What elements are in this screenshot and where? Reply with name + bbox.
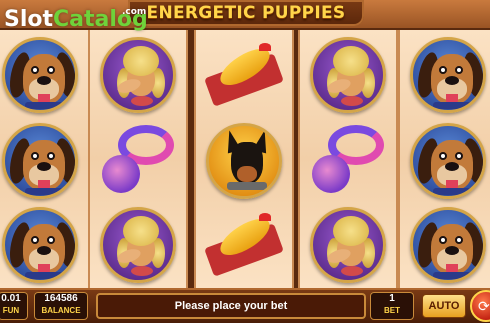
poodle-hair bbox=[123, 46, 159, 76]
poodle-hair bbox=[123, 216, 159, 246]
dog-eye bbox=[31, 236, 39, 244]
reel-5 bbox=[398, 30, 490, 288]
dog-nose bbox=[37, 246, 51, 255]
dog-nose bbox=[37, 162, 51, 171]
basset-hound-symbol bbox=[2, 123, 78, 199]
dog-eye bbox=[47, 66, 55, 74]
fun-display: 0.01 FUN bbox=[0, 292, 26, 320]
dog-eye bbox=[439, 152, 447, 160]
message-bar: Please place your bet bbox=[96, 293, 366, 319]
auto-button[interactable]: AUTO bbox=[422, 294, 466, 318]
dobie-muzzle bbox=[237, 166, 257, 182]
reel-2 bbox=[88, 30, 188, 288]
poodle-hair bbox=[333, 216, 369, 246]
reel-cell bbox=[400, 118, 490, 204]
dog-eye bbox=[47, 236, 55, 244]
reel-cell bbox=[196, 32, 292, 118]
spin-button[interactable]: ⟳ bbox=[470, 290, 490, 322]
dog-eye bbox=[455, 236, 463, 244]
reel-4 bbox=[298, 30, 398, 288]
dog-eye bbox=[31, 152, 39, 160]
dog-eye bbox=[47, 152, 55, 160]
dog-eye bbox=[439, 236, 447, 244]
reel-3 bbox=[194, 30, 294, 288]
basset-hound-symbol bbox=[410, 37, 486, 113]
balance-value: 164586 bbox=[44, 293, 78, 304]
rope-toy-symbol bbox=[306, 123, 390, 199]
rubber-chicken-symbol bbox=[203, 39, 285, 111]
basset-hound-symbol bbox=[410, 123, 486, 199]
poodle-hair bbox=[333, 46, 369, 76]
reel-cell bbox=[0, 32, 88, 118]
dog-nose bbox=[37, 76, 51, 85]
rope-knot bbox=[102, 155, 140, 193]
dog-eye bbox=[455, 66, 463, 74]
poodle-symbol bbox=[310, 37, 386, 113]
dog-eye bbox=[439, 66, 447, 74]
dog-nose bbox=[445, 76, 459, 85]
balance-display: 164586 BALANCE bbox=[34, 292, 88, 320]
poodle-collar bbox=[131, 266, 153, 276]
poodle-collar bbox=[131, 96, 153, 106]
basset-hound-symbol bbox=[2, 207, 78, 283]
rubber-chicken-symbol bbox=[203, 209, 285, 281]
rope-toy-symbol bbox=[96, 123, 180, 199]
slot-game: ENERGETIC PUPPIES 0.01 FUN 164586 BALANC… bbox=[0, 0, 490, 323]
reel-cell bbox=[0, 202, 88, 288]
poodle-symbol bbox=[100, 207, 176, 283]
poodle-symbol bbox=[100, 37, 176, 113]
reel-cell bbox=[300, 118, 396, 204]
bet-selector[interactable]: 1 BET bbox=[370, 292, 414, 320]
basset-hound-symbol bbox=[410, 207, 486, 283]
dobie-collar bbox=[227, 182, 267, 190]
reel-cell bbox=[90, 118, 186, 204]
poodle-collar bbox=[341, 266, 363, 276]
chicken-comb bbox=[259, 213, 271, 221]
fun-label: FUN bbox=[2, 306, 20, 315]
poodle-collar bbox=[341, 96, 363, 106]
reel-cell bbox=[400, 32, 490, 118]
reel-cell bbox=[196, 202, 292, 288]
control-bar: 0.01 FUN 164586 BALANCE Please place you… bbox=[0, 288, 490, 323]
dog-nose bbox=[445, 246, 459, 255]
rope-knot bbox=[312, 155, 350, 193]
dog-eye bbox=[31, 66, 39, 74]
dog-collar bbox=[25, 102, 63, 109]
poodle-symbol bbox=[310, 207, 386, 283]
reel-cell bbox=[0, 118, 88, 204]
reel-cell bbox=[90, 32, 186, 118]
doberman-symbol bbox=[206, 123, 282, 199]
watermark-slot: Slot bbox=[4, 7, 54, 32]
dog-collar bbox=[433, 272, 471, 279]
dog-collar bbox=[25, 188, 63, 195]
reel-1 bbox=[0, 30, 90, 288]
reel-cell bbox=[300, 202, 396, 288]
game-title: ENERGETIC PUPPIES bbox=[146, 3, 346, 23]
bet-label: BET bbox=[384, 306, 400, 315]
fun-value: 0.01 bbox=[1, 293, 21, 304]
dog-collar bbox=[433, 188, 471, 195]
spin-arrow-icon: ⟳ bbox=[478, 298, 490, 314]
reel-cell bbox=[400, 202, 490, 288]
dog-collar bbox=[433, 102, 471, 109]
watermark-logo: SlotCatalog .com bbox=[4, 6, 148, 34]
dog-eye bbox=[455, 152, 463, 160]
balance-label: BALANCE bbox=[41, 306, 81, 315]
reel-cell bbox=[196, 118, 292, 204]
dog-collar bbox=[25, 272, 63, 279]
chicken-comb bbox=[259, 43, 271, 51]
bet-value: 1 bbox=[389, 293, 395, 304]
reel-cell bbox=[90, 202, 186, 288]
watermark-com: .com bbox=[122, 7, 147, 17]
dog-nose bbox=[445, 162, 459, 171]
reels-area bbox=[0, 30, 490, 288]
basset-hound-symbol bbox=[2, 37, 78, 113]
reel-cell bbox=[300, 32, 396, 118]
